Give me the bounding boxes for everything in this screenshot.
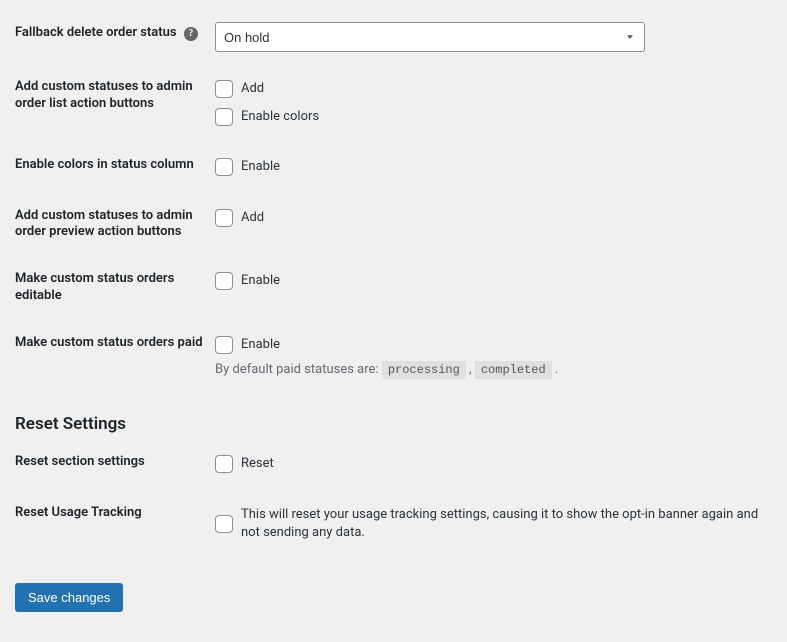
paid-description: By default paid statuses are: processing… bbox=[215, 362, 772, 377]
status-column-colors-checkbox[interactable] bbox=[215, 158, 233, 176]
fallback-delete-status-label: Fallback delete order status bbox=[15, 25, 177, 40]
reset-section-checkbox[interactable] bbox=[215, 455, 233, 473]
status-column-colors-label: Enable colors in status column bbox=[15, 142, 215, 192]
paid-label: Make custom status orders paid bbox=[15, 320, 215, 389]
editable-check-label: Enable bbox=[241, 272, 280, 290]
paid-check-label: Enable bbox=[241, 336, 280, 354]
reset-usage-tracking-check-label: This will reset your usage tracking sett… bbox=[241, 506, 772, 542]
reset-usage-tracking-label: Reset Usage Tracking bbox=[15, 490, 215, 558]
save-changes-button[interactable]: Save changes bbox=[15, 583, 123, 612]
reset-section-check-label: Reset bbox=[241, 455, 274, 473]
fallback-delete-status-select[interactable]: On hold bbox=[215, 22, 645, 52]
admin-list-enable-colors-label: Enable colors bbox=[241, 108, 319, 126]
preview-buttons-add-label: Add bbox=[241, 209, 264, 227]
code-processing: processing bbox=[382, 361, 466, 379]
editable-checkbox[interactable] bbox=[215, 272, 233, 290]
paid-checkbox[interactable] bbox=[215, 336, 233, 354]
help-icon[interactable]: ? bbox=[184, 27, 198, 41]
reset-settings-heading: Reset Settings bbox=[15, 414, 772, 434]
admin-list-enable-colors-checkbox[interactable] bbox=[215, 108, 233, 126]
reset-usage-tracking-checkbox[interactable] bbox=[215, 515, 233, 533]
preview-buttons-add-checkbox[interactable] bbox=[215, 209, 233, 227]
admin-list-add-checkbox[interactable] bbox=[215, 80, 233, 98]
admin-list-buttons-label: Add custom statuses to admin order list … bbox=[15, 64, 215, 142]
editable-label: Make custom status orders editable bbox=[15, 256, 215, 320]
status-column-colors-check-label: Enable bbox=[241, 158, 280, 176]
reset-section-settings-label: Reset section settings bbox=[15, 439, 215, 489]
code-completed: completed bbox=[475, 361, 552, 379]
preview-buttons-label: Add custom statuses to admin order previ… bbox=[15, 193, 215, 257]
admin-list-add-label: Add bbox=[241, 80, 264, 98]
